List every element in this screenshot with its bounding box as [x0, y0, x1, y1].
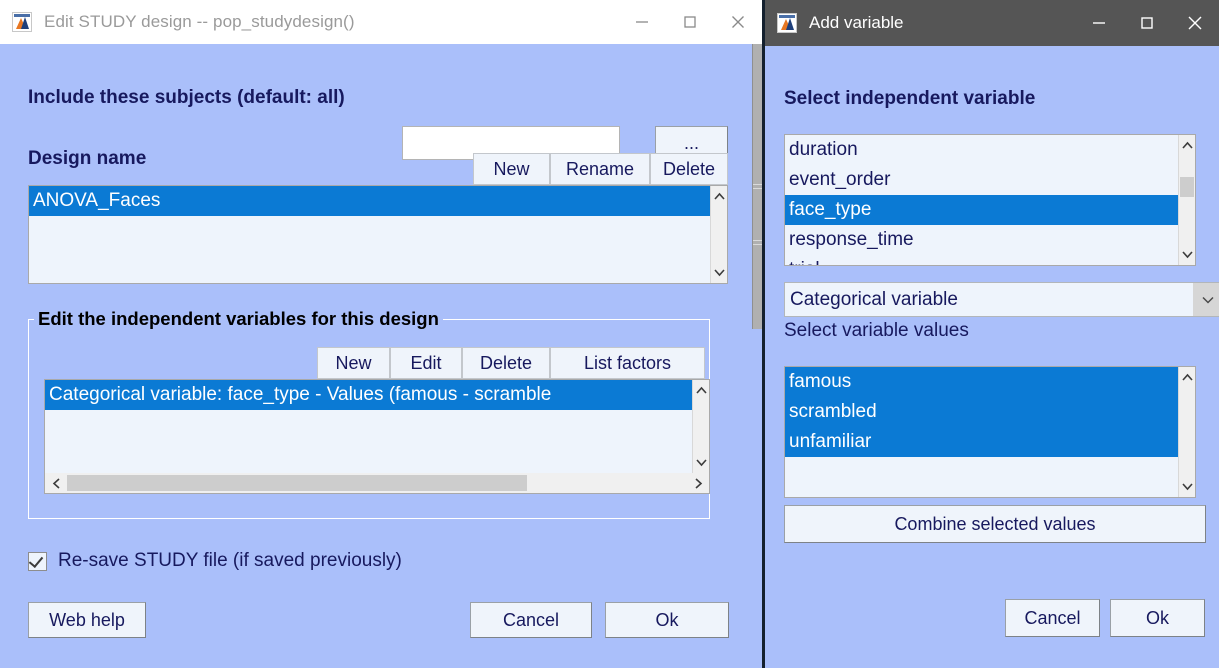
study-window-edge-scrollbar[interactable]: [752, 44, 762, 329]
variables-vertical-scrollbar[interactable]: [692, 380, 709, 473]
list-item[interactable]: duration: [785, 135, 1178, 165]
variable-type-dropdown[interactable]: Categorical variable: [784, 282, 1219, 317]
independent-variables-group-title: Edit the independent variables for this …: [34, 308, 443, 330]
variable-new-button[interactable]: New: [317, 347, 390, 379]
scroll-up-icon[interactable]: [693, 382, 709, 399]
add-variable-ok-button[interactable]: Ok: [1110, 599, 1205, 637]
add-variable-titlebar[interactable]: Add variable: [765, 0, 1219, 46]
add-variable-cancel-button[interactable]: Cancel: [1005, 599, 1100, 637]
horizontal-scroll-thumb[interactable]: [67, 475, 527, 491]
select-variable-values-label: Select variable values: [784, 320, 969, 341]
scroll-down-icon[interactable]: [693, 454, 709, 471]
scroll-down-icon[interactable]: [711, 264, 727, 281]
variable-values-listbox[interactable]: famous scrambled unfamiliar: [784, 366, 1196, 498]
maximize-icon[interactable]: [1123, 1, 1171, 45]
close-icon[interactable]: [714, 0, 762, 44]
variable-delete-button[interactable]: Delete: [462, 347, 550, 379]
matlab-icon: [777, 13, 797, 33]
add-variable-content: Select independent variable duration eve…: [765, 46, 1219, 668]
vertical-scroll-thumb[interactable]: [1180, 177, 1194, 197]
resave-study-label: Re-save STUDY file (if saved previously): [58, 550, 402, 571]
design-rename-button[interactable]: Rename: [550, 153, 650, 185]
edit-study-design-window: Edit STUDY design -- pop_studydesign() I…: [0, 0, 762, 668]
minimize-icon[interactable]: [1075, 1, 1123, 45]
study-titlebar[interactable]: Edit STUDY design -- pop_studydesign(): [0, 0, 762, 44]
close-icon[interactable]: [1171, 1, 1219, 45]
scroll-down-icon[interactable]: [1179, 246, 1195, 263]
screen: Edit STUDY design -- pop_studydesign() I…: [0, 0, 1219, 668]
design-name-listbox[interactable]: ANOVA_Faces: [28, 185, 728, 284]
scroll-up-icon[interactable]: [1179, 369, 1195, 386]
independent-variables-listbox[interactable]: Categorical variable: face_type - Values…: [44, 379, 710, 494]
design-new-button[interactable]: New: [473, 153, 550, 185]
scroll-up-icon[interactable]: [1179, 137, 1195, 154]
add-variable-window: Add variable Select independent variable…: [762, 0, 1219, 668]
chevron-down-icon[interactable]: [1193, 283, 1219, 316]
variable-type-selected-value: Categorical variable: [790, 288, 958, 310]
resave-study-checkbox[interactable]: Re-save STUDY file (if saved previously): [28, 550, 402, 572]
scroll-down-icon[interactable]: [1179, 478, 1195, 495]
list-item[interactable]: ANOVA_Faces: [29, 186, 710, 216]
matlab-icon: [12, 12, 32, 32]
web-help-button[interactable]: Web help: [28, 602, 146, 638]
study-cancel-button[interactable]: Cancel: [470, 602, 592, 638]
list-item[interactable]: Categorical variable: face_type - Values…: [45, 380, 692, 410]
study-window-controls: [618, 0, 762, 44]
design-delete-button[interactable]: Delete: [650, 153, 728, 185]
study-ok-button[interactable]: Ok: [605, 602, 729, 638]
include-subjects-label: Include these subjects (default: all): [28, 87, 345, 108]
list-item[interactable]: scrambled: [785, 397, 1178, 427]
add-variable-window-controls: [1075, 1, 1219, 45]
variable-list-vertical-scrollbar[interactable]: [1178, 135, 1195, 265]
scroll-left-icon[interactable]: [47, 473, 65, 493]
list-item[interactable]: face_type: [785, 195, 1178, 225]
design-name-label: Design name: [28, 148, 147, 169]
variable-values-list-items: famous scrambled unfamiliar: [785, 367, 1178, 497]
independent-variable-list-items: duration event_order face_type response_…: [785, 135, 1178, 265]
list-item[interactable]: unfamiliar: [785, 427, 1178, 457]
combine-selected-values-button[interactable]: Combine selected values: [784, 505, 1206, 543]
independent-variables-list-items: Categorical variable: face_type - Values…: [45, 380, 692, 473]
minimize-icon[interactable]: [618, 0, 666, 44]
list-item[interactable]: famous: [785, 367, 1178, 397]
scroll-up-icon[interactable]: [711, 188, 727, 205]
study-window-title: Edit STUDY design -- pop_studydesign(): [44, 12, 355, 31]
variables-horizontal-scrollbar[interactable]: [45, 473, 709, 493]
maximize-icon[interactable]: [666, 0, 714, 44]
independent-variable-listbox[interactable]: duration event_order face_type response_…: [784, 134, 1196, 266]
add-variable-window-title: Add variable: [809, 13, 904, 32]
select-independent-variable-label: Select independent variable: [784, 88, 1036, 109]
values-vertical-scrollbar[interactable]: [1178, 367, 1195, 497]
list-item[interactable]: response_time: [785, 225, 1178, 255]
variable-edit-button[interactable]: Edit: [390, 347, 462, 379]
design-name-list-items: ANOVA_Faces: [29, 186, 710, 283]
list-item[interactable]: trial: [785, 255, 1178, 265]
checkbox-box[interactable]: [28, 551, 47, 571]
variable-list-factors-button[interactable]: List factors: [550, 347, 705, 379]
list-item[interactable]: event_order: [785, 165, 1178, 195]
check-icon: [28, 552, 44, 568]
scroll-right-icon[interactable]: [689, 473, 707, 493]
design-list-vertical-scrollbar[interactable]: [710, 186, 727, 283]
study-content: Include these subjects (default: all) ..…: [0, 44, 762, 668]
